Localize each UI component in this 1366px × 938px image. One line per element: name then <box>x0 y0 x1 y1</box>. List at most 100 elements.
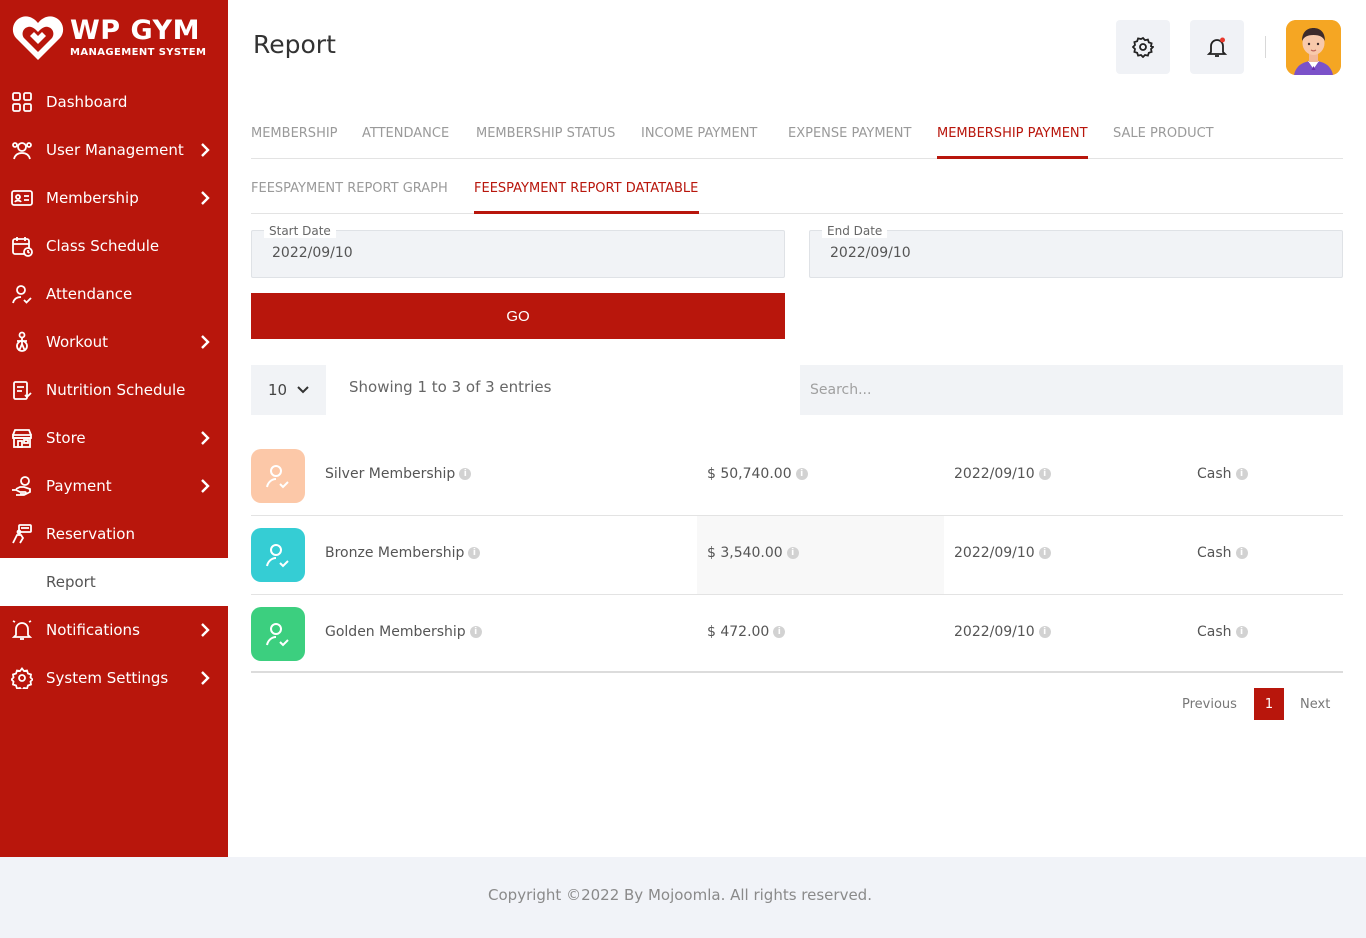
sidebar-item-membership[interactable]: Membership <box>0 174 228 222</box>
sidebar-item-label: Report <box>46 573 96 591</box>
start-date-value: 2022/09/10 <box>272 245 353 261</box>
sidebar-item-workout[interactable]: Workout <box>0 318 228 366</box>
sidebar-item-label: Class Schedule <box>46 237 160 255</box>
sidebar-item-notifications[interactable]: Notifications <box>0 606 228 654</box>
info-icon[interactable]: i <box>469 626 482 638</box>
row-icon <box>251 607 305 661</box>
start-date-field[interactable]: Start Date 2022/09/10 <box>251 224 785 278</box>
info-icon[interactable]: i <box>1038 547 1051 559</box>
sidebar-item-nutrition-schedule[interactable]: Nutrition Schedule <box>0 366 228 414</box>
tab-sale-product[interactable]: SALE PRODUCT <box>1113 126 1214 141</box>
payment-amount: $ 3,540.00 i <box>707 545 799 561</box>
pagination-page-1[interactable]: 1 <box>1254 688 1284 720</box>
sidebar-item-user-management[interactable]: User Management <box>0 126 228 174</box>
pagination-next[interactable]: Next <box>1300 688 1330 720</box>
sidebar-item-label: Attendance <box>46 285 133 303</box>
settings-button[interactable] <box>1116 20 1170 74</box>
logo[interactable]: WP GYM MANAGEMENT SYSTEM <box>12 14 222 64</box>
info-icon[interactable]: i <box>1235 468 1248 480</box>
chevron-right-icon <box>201 623 210 637</box>
tab-feespayment-report-datatable[interactable]: FEESPAYMENT REPORT DATATABLE <box>474 181 698 196</box>
payments-table: Silver Membership i $ 50,740.00 i 2022/09/… <box>251 437 1343 673</box>
user-avatar-icon <box>1286 20 1341 75</box>
payment-date: 2022/09/10 i <box>954 624 1051 640</box>
bell-icon <box>1206 37 1228 57</box>
info-icon[interactable]: i <box>1235 547 1248 559</box>
nutrition-icon <box>13 381 32 400</box>
membership-name: Bronze Membership i <box>325 545 481 561</box>
sidebar: WP GYM MANAGEMENT SYSTEM Dashboard User … <box>0 0 228 857</box>
sidebar-item-store[interactable]: Store <box>0 414 228 462</box>
notifications-button[interactable] <box>1190 20 1244 74</box>
info-icon[interactable]: i <box>468 547 481 559</box>
tab-feespayment-report-graph[interactable]: FEESPAYMENT REPORT GRAPH <box>251 181 448 196</box>
entries-length-select[interactable]: 10 <box>251 365 326 415</box>
sidebar-item-system-settings[interactable]: System Settings <box>0 654 228 702</box>
brand-subtitle: MANAGEMENT SYSTEM <box>70 47 207 58</box>
row-icon <box>251 528 305 582</box>
membership-name: Silver Membership i <box>325 466 472 482</box>
chevron-right-icon <box>201 479 210 493</box>
store-icon <box>12 429 32 448</box>
sidebar-item-payment[interactable]: Payment <box>0 462 228 510</box>
info-icon[interactable]: i <box>1038 468 1051 480</box>
reservation-icon <box>12 524 32 544</box>
sidebar-item-reservation[interactable]: Reservation <box>0 510 228 558</box>
payment-amount: $ 472.00 i <box>707 624 786 640</box>
table-row[interactable]: Bronze Membership i $ 3,540.00 i 2022/09/1… <box>251 516 1343 595</box>
info-icon[interactable]: i <box>773 626 786 638</box>
payment-date: 2022/09/10 i <box>954 545 1051 561</box>
end-date-value: 2022/09/10 <box>830 245 911 261</box>
payment-method: Cash i <box>1197 545 1248 561</box>
sidebar-item-report[interactable]: Report <box>0 558 228 606</box>
tab-attendance[interactable]: ATTENDANCE <box>362 126 449 141</box>
tab-expense-payment[interactable]: EXPENSE PAYMENT <box>788 126 911 141</box>
user-check-icon <box>266 465 289 489</box>
page-title: Report <box>253 30 336 59</box>
report-tabs: MEMBERSHIP ATTENDANCE MEMBERSHIP STATUS … <box>251 118 1343 159</box>
calendar-icon <box>12 237 33 257</box>
tab-membership-payment[interactable]: MEMBERSHIP PAYMENT <box>937 126 1088 141</box>
go-button[interactable]: GO <box>251 293 785 339</box>
chevron-right-icon <box>201 671 210 685</box>
sidebar-item-attendance[interactable]: Attendance <box>0 270 228 318</box>
entries-length-value: 10 <box>267 381 288 399</box>
sidebar-item-label: Nutrition Schedule <box>46 381 186 399</box>
sidebar-item-label: System Settings <box>46 669 169 687</box>
search-input[interactable] <box>800 365 1343 415</box>
avatar[interactable] <box>1286 20 1341 75</box>
user-check-icon <box>266 623 289 647</box>
tab-membership[interactable]: MEMBERSHIP <box>251 126 338 141</box>
membership-name: Golden Membership i <box>325 624 482 640</box>
table-row[interactable]: Golden Membership i $ 472.00 i 2022/09/10 i… <box>251 595 1343 673</box>
payment-method: Cash i <box>1197 466 1248 482</box>
dashboard-icon <box>12 92 32 112</box>
tab-income-payment[interactable]: INCOME PAYMENT <box>641 126 757 141</box>
gear-icon <box>11 667 33 689</box>
start-date-label: Start Date <box>264 224 336 238</box>
workout-icon <box>16 331 28 352</box>
gear-icon <box>1132 36 1154 58</box>
tab-membership-status[interactable]: MEMBERSHIP STATUS <box>476 126 615 141</box>
info-icon[interactable]: i <box>786 547 799 559</box>
payment-icon <box>12 476 31 496</box>
active-tab-indicator <box>937 156 1088 159</box>
info-icon[interactable]: i <box>795 468 808 480</box>
sidebar-item-class-schedule[interactable]: Class Schedule <box>0 222 228 270</box>
end-date-label: End Date <box>822 224 888 238</box>
sidebar-item-dashboard[interactable]: Dashboard <box>0 78 228 126</box>
sidebar-nav: Dashboard User Management Membership Cla… <box>0 78 228 702</box>
info-icon[interactable]: i <box>459 468 472 480</box>
payment-amount: $ 50,740.00 i <box>707 466 808 482</box>
end-date-field[interactable]: End Date 2022/09/10 <box>809 224 1343 278</box>
info-icon[interactable]: i <box>1038 626 1051 638</box>
info-icon[interactable]: i <box>1235 626 1248 638</box>
sidebar-item-label: Store <box>46 429 86 447</box>
sidebar-item-label: User Management <box>46 141 184 159</box>
table-row[interactable]: Silver Membership i $ 50,740.00 i 2022/09/… <box>251 437 1343 516</box>
pagination-previous[interactable]: Previous <box>1182 688 1237 720</box>
user-check-icon <box>12 285 32 304</box>
active-subtab-indicator <box>474 211 699 214</box>
sidebar-item-label: Notifications <box>46 621 140 639</box>
chevron-right-icon <box>201 143 210 157</box>
